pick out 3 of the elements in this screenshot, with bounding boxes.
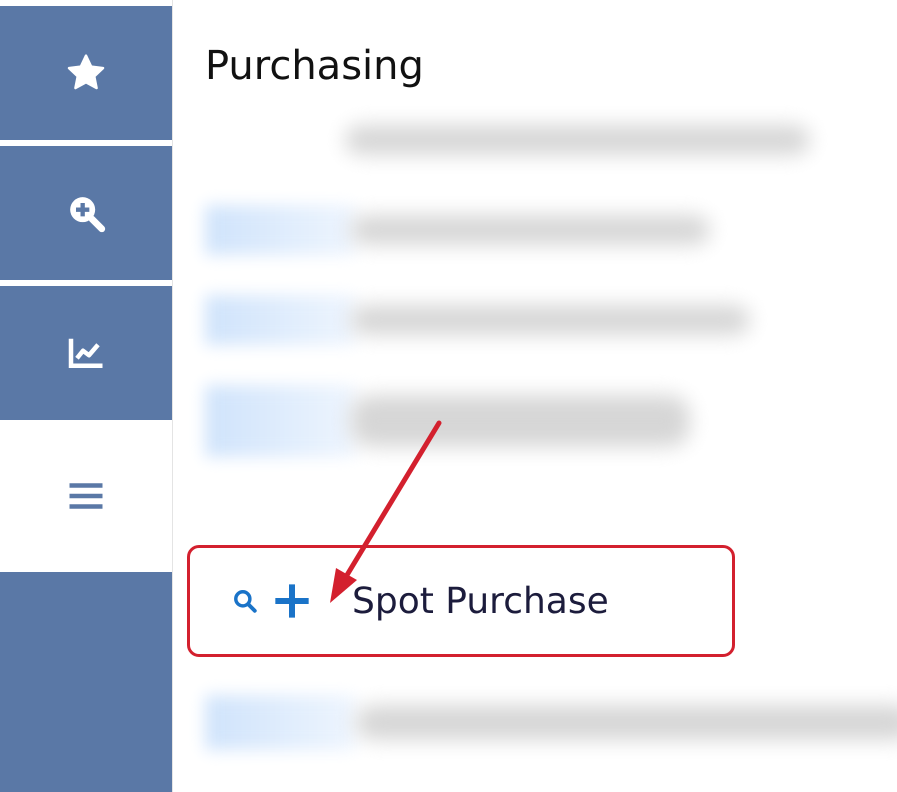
menu-item[interactable]: Spot Purchase — [187, 545, 735, 657]
page-title: Purchasing — [205, 42, 425, 91]
menu-item-label: Spot Purchase — [352, 580, 609, 622]
